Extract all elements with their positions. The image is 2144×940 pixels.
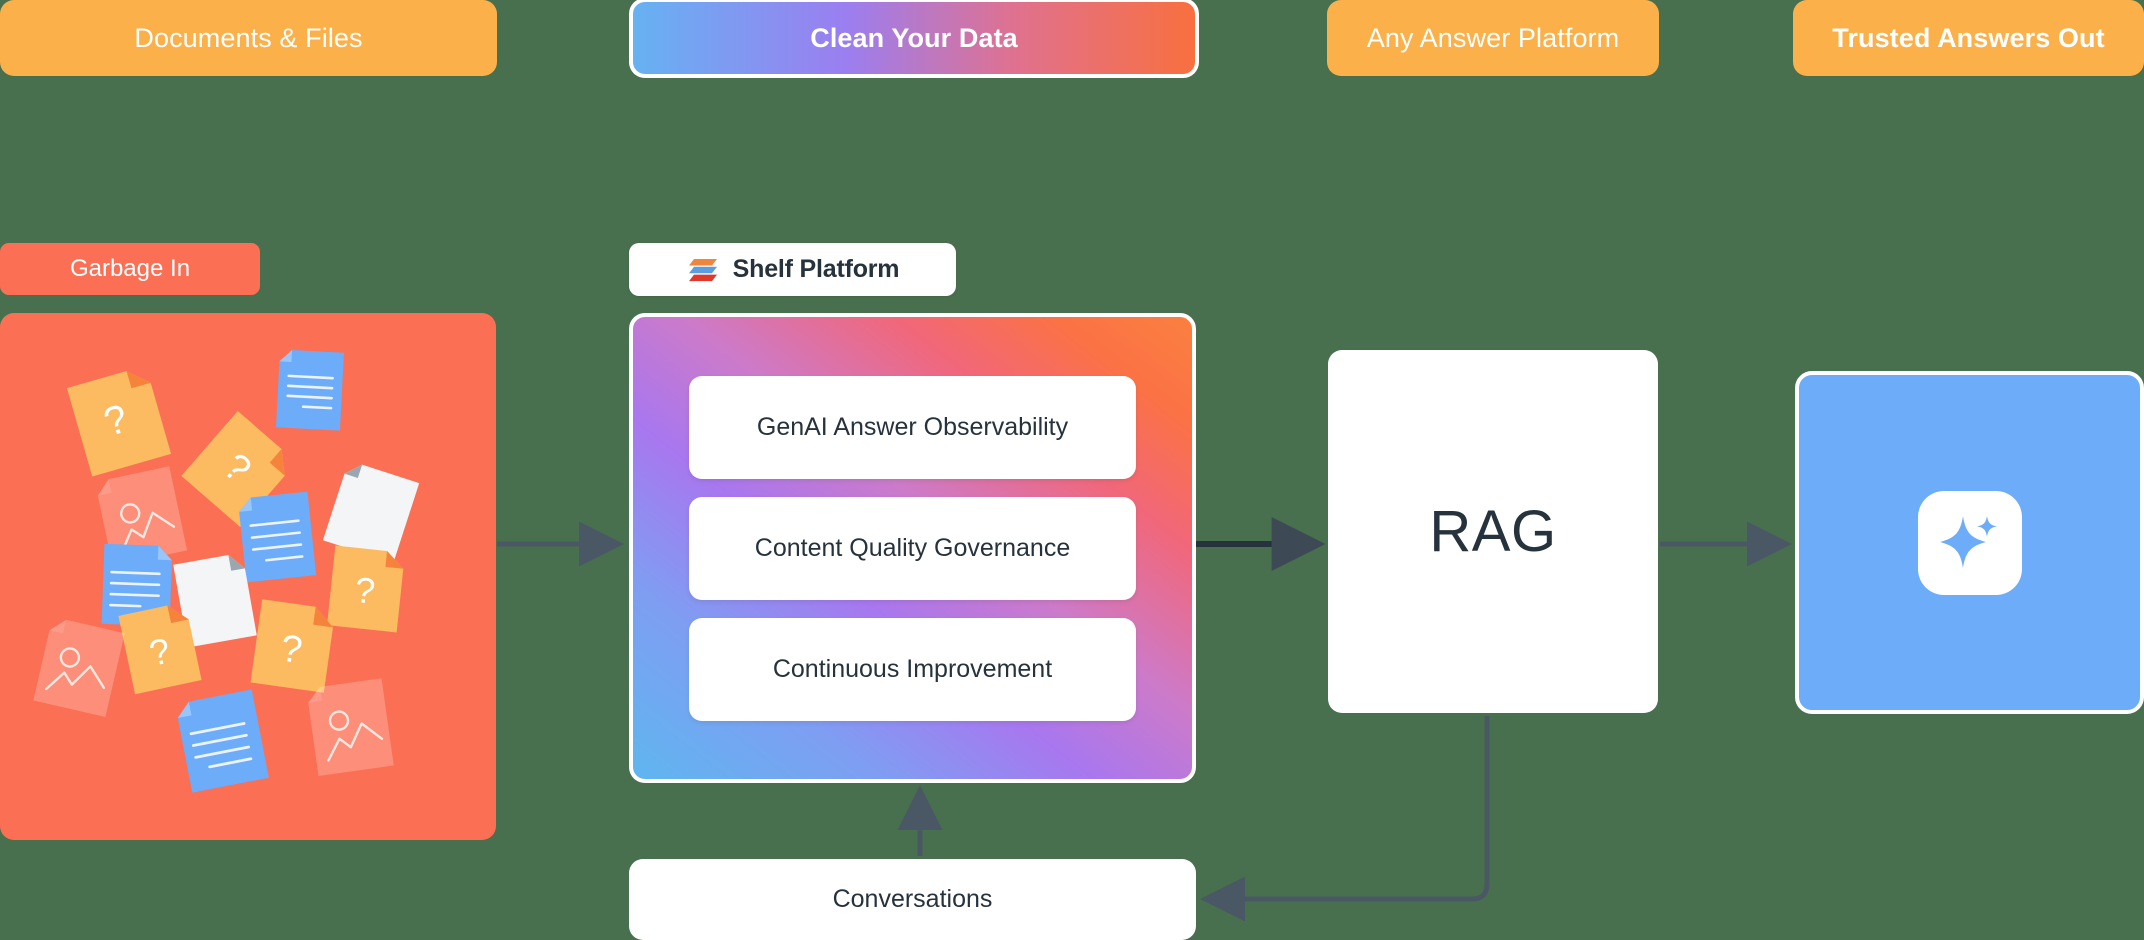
trusted-answers-panel [1795, 371, 2144, 714]
doc-image-icon [31, 614, 129, 720]
pill-label: Clean Your Data [810, 22, 1018, 53]
header-pill-any-answer-platform: Any Answer Platform [1327, 0, 1659, 76]
doc-blue-lines-icon [236, 489, 319, 584]
feature-genai-answer-observability[interactable]: GenAI Answer Observability [689, 375, 1136, 479]
feature-label: Continuous Improvement [772, 654, 1053, 683]
pill-label: Trusted Answers Out [1832, 22, 2105, 53]
badge-label: Garbage In [69, 255, 191, 282]
shelf-platform-card: GenAI Answer Observability Content Quali… [629, 313, 1196, 783]
header-pill-documents-and-files: Documents & Files [0, 0, 497, 76]
svg-text:?: ? [353, 569, 377, 612]
feature-continuous-improvement[interactable]: Continuous Improvement [689, 617, 1136, 721]
shelf-platform-label: Shelf Platform [629, 243, 956, 296]
header-pill-trusted-answers-out: Trusted Answers Out [1793, 0, 2144, 76]
doc-image-icon [304, 676, 398, 779]
arrow-rag-to-conversations [1200, 716, 1490, 922]
rag-box: RAG [1328, 350, 1658, 713]
conversations-box: Conversations [629, 859, 1196, 940]
feature-label: Content Quality Governance [754, 533, 1071, 562]
pill-label: Documents & Files [134, 22, 363, 53]
sparkle-icon [1934, 504, 2006, 581]
diagram-canvas: Documents & Files Clean Your Data Any An… [0, 0, 2144, 940]
conversations-label: Conversations [832, 885, 993, 913]
garbage-in-badge: Garbage In [0, 243, 260, 295]
shelf-logo-icon [686, 253, 720, 287]
doc-orange-question-icon: ? [62, 361, 176, 482]
pill-label: Any Answer Platform [1366, 22, 1620, 53]
doc-blue-lines-icon [173, 687, 271, 795]
rag-label: RAG [1429, 499, 1557, 564]
shelf-platform-text: Shelf Platform [732, 255, 900, 283]
header-pill-clean-your-data: Clean Your Data [629, 0, 1199, 78]
garbage-documents-panel: ? ? ? ? ? [0, 313, 496, 840]
doc-blue-lines-icon [274, 347, 346, 432]
doc-orange-question-icon: ? [246, 595, 340, 698]
feature-label: GenAI Answer Observability [756, 412, 1069, 441]
sparkle-tile [1917, 490, 2022, 595]
feature-content-quality-governance[interactable]: Content Quality Governance [689, 496, 1136, 600]
